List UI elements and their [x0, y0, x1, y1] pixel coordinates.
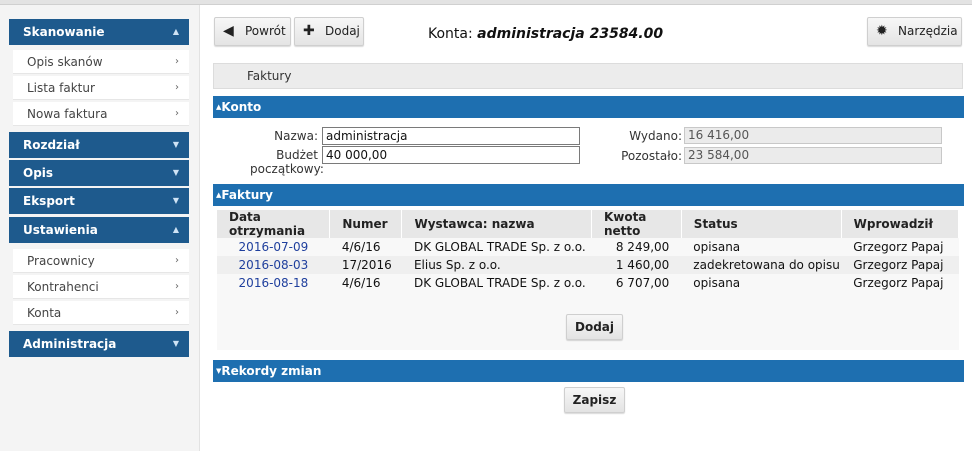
invoice-date-link[interactable]: 2016-07-09: [217, 238, 330, 256]
sidebar: Skanowanie ▲ Opis skanów › Lista faktur …: [0, 5, 200, 451]
caret-up-icon: ▲: [172, 27, 179, 36]
sidebar-section-label: Eksport: [23, 194, 75, 208]
sidebar-item-lista-faktur[interactable]: Lista faktur ›: [13, 76, 189, 100]
chevron-right-icon: ›: [175, 108, 179, 119]
sidebar-item-nowa-faktura[interactable]: Nowa faktura ›: [13, 102, 189, 126]
sidebar-section-administracja[interactable]: Administracja ▼: [9, 331, 189, 357]
invoice-status: opisana: [693, 240, 741, 254]
sidebar-section-skanowanie[interactable]: Skanowanie ▲: [9, 19, 189, 45]
chevron-right-icon: ›: [175, 281, 179, 292]
save-button[interactable]: Zapisz: [564, 387, 625, 413]
pozostalo-label: Pozostało:: [621, 149, 682, 163]
column-header[interactable]: Wystawca: nazwa: [401, 210, 592, 238]
add-button[interactable]: ✚ Dodaj: [294, 17, 364, 46]
back-button-label: Powrót: [245, 24, 286, 38]
tools-button[interactable]: ✹ Narzędzia: [867, 17, 962, 46]
caret-up-icon: ▲: [172, 225, 179, 234]
sidebar-section-opis[interactable]: Opis ▼: [9, 160, 189, 186]
invoice-issuer: DK GLOBAL TRADE Sp. z o.o.: [413, 240, 586, 254]
caret-down-icon: ▼: [172, 140, 179, 149]
invoice-status: opisana: [693, 276, 741, 290]
sidebar-item-label: Lista faktur: [27, 81, 95, 95]
column-header[interactable]: Wprowadził: [841, 210, 960, 238]
chevron-right-icon: ›: [175, 82, 179, 93]
invoice-author: Grzegorz Papaj: [853, 240, 944, 254]
sidebar-item-konta[interactable]: Konta ›: [13, 301, 189, 325]
invoice-author: Grzegorz Papaj: [841, 256, 959, 274]
table-row[interactable]: 2016-08-03 17/2016 Elius Sp. z o.o. 1 46…: [217, 256, 959, 274]
invoice-amount: 1 460,00: [591, 256, 682, 274]
sidebar-section-ustawienia[interactable]: Ustawienia ▲: [9, 217, 189, 243]
section-header-rekordy-zmian[interactable]: ▼Rekordy zmian: [213, 360, 964, 382]
arrow-left-icon: ◀: [223, 23, 234, 39]
invoice-number: 17/2016: [329, 256, 402, 274]
invoice-issuer: DK GLOBAL TRADE Sp. z o.o.: [413, 276, 586, 290]
invoice-amount: 8 249,00: [615, 240, 670, 254]
sidebar-item-kontrahenci[interactable]: Kontrahenci ›: [13, 275, 189, 299]
chevron-right-icon: ›: [175, 255, 179, 266]
sidebar-item-label: Opis skanów: [27, 55, 103, 69]
sidebar-section-label: Skanowanie: [23, 25, 105, 39]
sidebar-section-label: Rozdział: [23, 138, 80, 152]
sidebar-section-rozdzial[interactable]: Rozdział ▼: [9, 132, 189, 158]
column-header[interactable]: Data otrzymania: [217, 210, 331, 238]
add-button-label: Dodaj: [325, 24, 360, 38]
sidebar-item-label: Kontrahenci: [27, 280, 99, 294]
column-header[interactable]: Numer: [329, 210, 403, 238]
invoice-amount: 6 707,00: [615, 276, 670, 290]
sidebar-section-label: Opis: [23, 166, 54, 180]
column-header[interactable]: Kwota netto: [591, 210, 682, 238]
sidebar-section-label: Ustawienia: [23, 223, 98, 237]
nazwa-label: Nazwa:: [274, 129, 318, 143]
page-title: Konta: administracja 23584.00: [428, 26, 663, 42]
sidebar-section-label: Administracja: [23, 337, 117, 351]
plus-icon: ✚: [303, 23, 315, 39]
back-button[interactable]: ◀ Powrót: [214, 17, 291, 46]
add-invoice-button[interactable]: Dodaj: [566, 314, 623, 340]
wydano-value: 16 416,00: [684, 127, 942, 144]
caret-down-icon: ▼: [172, 168, 179, 177]
nazwa-input[interactable]: [322, 127, 580, 145]
section-header-konto[interactable]: ▲Konto: [213, 96, 964, 118]
gear-icon: ✹: [876, 23, 888, 39]
breadcrumb: Faktury: [213, 63, 963, 89]
section-header-faktury[interactable]: ▲Faktury: [213, 184, 964, 206]
sidebar-item-label: Konta: [27, 306, 62, 320]
breadcrumb-label: Faktury: [247, 69, 292, 83]
sidebar-section-eksport[interactable]: Eksport ▼: [9, 188, 189, 214]
budzet-label-line1: Budżet: [276, 148, 318, 162]
invoice-number: 4/6/16: [341, 276, 381, 290]
chevron-right-icon: ›: [175, 307, 179, 318]
page-title-prefix: Konta:: [428, 26, 478, 42]
invoice-date-link[interactable]: 2016-08-03: [217, 256, 330, 274]
page-title-account: administracja 23584.00: [477, 26, 664, 42]
invoice-issuer: Elius Sp. z o.o.: [401, 256, 592, 274]
budzet-label: Budżet początkowy:: [250, 148, 324, 176]
column-header[interactable]: Status: [681, 210, 842, 238]
tools-button-label: Narzędzia: [898, 24, 958, 38]
caret-down-icon: ▼: [172, 196, 179, 205]
chevron-right-icon: ›: [175, 56, 179, 67]
invoice-author: Grzegorz Papaj: [853, 276, 944, 290]
caret-down-icon: ▼: [172, 339, 179, 348]
sidebar-item-pracownicy[interactable]: Pracownicy ›: [13, 249, 189, 273]
sidebar-item-opis-skanow[interactable]: Opis skanów ›: [13, 50, 189, 74]
table-row[interactable]: 2016-07-09 4/6/16 DK GLOBAL TRADE Sp. z …: [217, 238, 959, 256]
table-header-row: Data otrzymania Numer Wystawca: nazwa Kw…: [217, 210, 960, 238]
wydano-label: Wydano:: [629, 129, 682, 143]
section-title: Konto: [221, 100, 262, 114]
table-row[interactable]: 2016-08-18 4/6/16 DK GLOBAL TRADE Sp. z …: [217, 274, 959, 292]
section-title: Faktury: [221, 188, 273, 202]
sidebar-item-label: Pracownicy: [27, 254, 95, 268]
section-title: Rekordy zmian: [221, 364, 322, 378]
invoice-status: zadekretowana do opisu: [681, 256, 842, 274]
invoice-number: 4/6/16: [341, 240, 381, 254]
pozostalo-value: 23 584,00: [684, 147, 942, 164]
invoice-date-link[interactable]: 2016-08-18: [217, 274, 330, 292]
invoices-table: Data otrzymania Numer Wystawca: nazwa Kw…: [217, 210, 960, 292]
sidebar-item-label: Nowa faktura: [27, 107, 108, 121]
budzet-label-line2: początkowy:: [250, 162, 324, 176]
budzet-input[interactable]: [322, 146, 580, 164]
